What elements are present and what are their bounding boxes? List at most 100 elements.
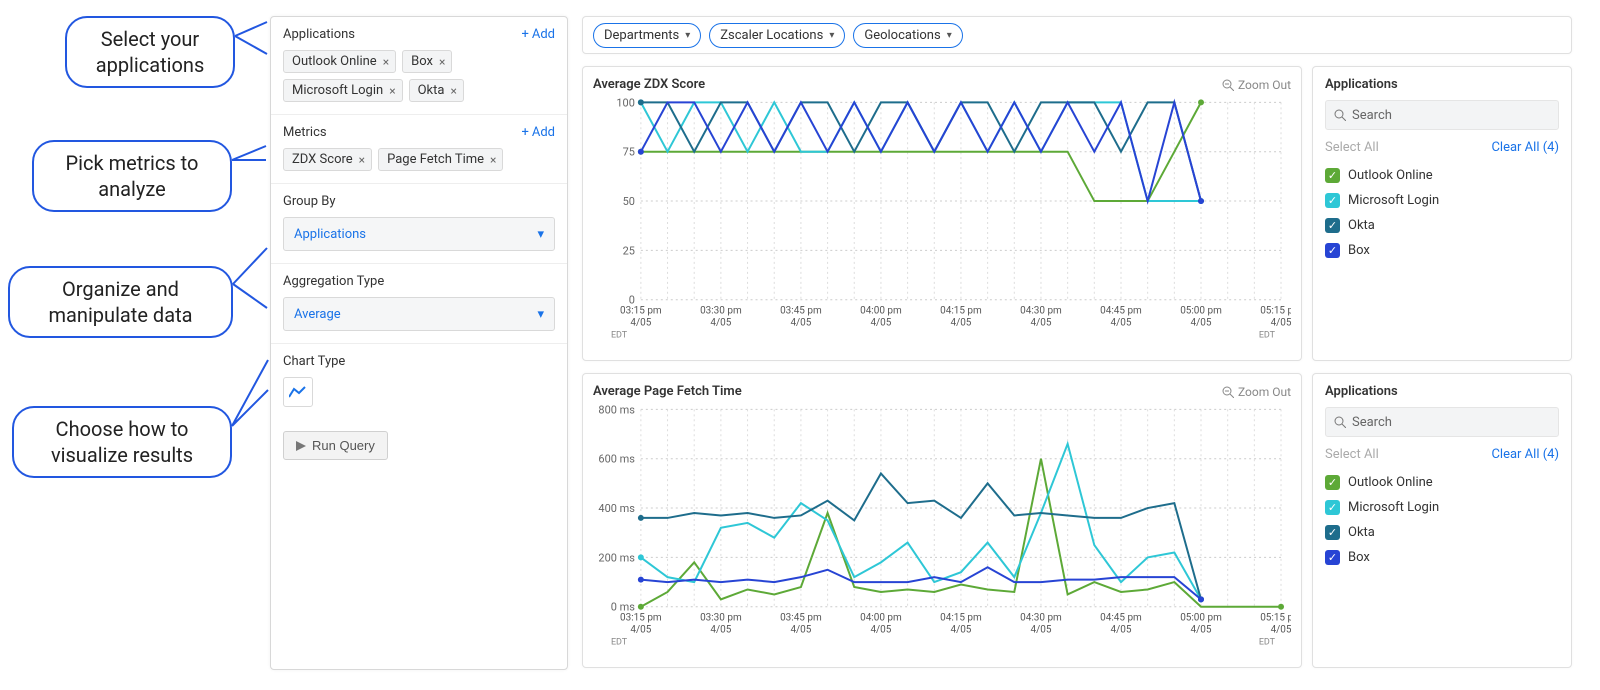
- svg-text:03:30 pm: 03:30 pm: [700, 306, 742, 317]
- callout-visualize: Choose how to visualize results: [12, 406, 232, 478]
- chart-title: Average ZDX Score: [593, 77, 705, 92]
- chart-type-title: Chart Type: [283, 354, 555, 369]
- svg-text:05:00 pm: 05:00 pm: [1180, 613, 1222, 624]
- legend-search-input[interactable]: Search: [1325, 100, 1559, 130]
- chip-label: ZDX Score: [292, 152, 353, 167]
- remove-icon[interactable]: ×: [359, 153, 365, 167]
- legend-item[interactable]: ✓Microsoft Login: [1325, 495, 1559, 520]
- callout-apps: Select your applications: [65, 16, 235, 88]
- legend-item[interactable]: ✓Okta: [1325, 213, 1559, 238]
- zdx-legend-card: Applications Search Select All Clear All…: [1312, 66, 1572, 361]
- checkbox-icon: ✓: [1325, 525, 1340, 540]
- chip-label: Box: [411, 54, 433, 69]
- legend-title: Applications: [1325, 77, 1559, 92]
- chart-type-section: Chart Type: [271, 344, 567, 419]
- zoom-out-button[interactable]: Zoom Out: [1222, 78, 1291, 92]
- geolocations-filter[interactable]: Geolocations▾: [853, 23, 962, 48]
- svg-text:05:15 pm: 05:15 pm: [1260, 306, 1291, 317]
- remove-icon[interactable]: ×: [389, 84, 395, 98]
- metric-chip[interactable]: Page Fetch Time ×: [378, 148, 503, 171]
- clear-all-button[interactable]: Clear All (4): [1491, 447, 1559, 462]
- svg-text:4/05: 4/05: [790, 625, 811, 636]
- svg-text:05:15 pm: 05:15 pm: [1260, 613, 1291, 624]
- legend-item[interactable]: ✓ Outlook Online: [1325, 470, 1559, 495]
- svg-text:04:00 pm: 04:00 pm: [860, 613, 902, 624]
- search-icon: [1334, 109, 1346, 121]
- zoom-out-icon: [1222, 386, 1234, 398]
- run-query-button[interactable]: Run Query: [283, 431, 388, 460]
- svg-text:EDT: EDT: [1259, 331, 1276, 341]
- departments-filter[interactable]: Departments▾: [593, 23, 701, 48]
- svg-text:4/05: 4/05: [1191, 625, 1212, 636]
- legend-label: Microsoft Login: [1348, 193, 1439, 208]
- select-all-button[interactable]: Select All: [1325, 140, 1379, 155]
- legend-search-input[interactable]: Search: [1325, 407, 1559, 437]
- add-metric-button[interactable]: + Add: [521, 125, 555, 140]
- svg-text:800 ms: 800 ms: [598, 403, 635, 416]
- metric-chip[interactable]: ZDX Score ×: [283, 148, 372, 171]
- group-by-title: Group By: [283, 194, 555, 209]
- legend-label: Box: [1348, 550, 1370, 565]
- chart-type-line-button[interactable]: [283, 377, 313, 407]
- legend-title: Applications: [1325, 384, 1559, 399]
- svg-text:4/05: 4/05: [950, 318, 971, 329]
- svg-text:EDT: EDT: [611, 638, 628, 648]
- clear-all-button[interactable]: Clear All (4): [1491, 140, 1559, 155]
- legend-label: Outlook Online: [1348, 475, 1433, 490]
- zoom-out-icon: [1222, 79, 1234, 91]
- aggregation-select[interactable]: Average ▾: [283, 297, 555, 331]
- svg-text:EDT: EDT: [611, 331, 628, 341]
- metrics-section: Metrics + Add ZDX Score×Page Fetch Time×: [271, 115, 567, 184]
- application-chip[interactable]: Outlook Online×: [283, 50, 396, 73]
- remove-icon[interactable]: ×: [439, 55, 445, 69]
- group-by-select[interactable]: Applications ▾: [283, 217, 555, 251]
- zoom-out-button[interactable]: Zoom Out: [1222, 385, 1291, 399]
- chip-label: Page Fetch Time: [387, 152, 484, 167]
- svg-text:200 ms: 200 ms: [598, 551, 635, 564]
- chevron-down-icon: ▾: [537, 227, 544, 242]
- application-chip[interactable]: Microsoft Login×: [283, 79, 403, 102]
- svg-text:EDT: EDT: [1259, 638, 1276, 648]
- legend-item[interactable]: ✓Box: [1325, 545, 1559, 570]
- legend-item[interactable]: ✓ Okta: [1325, 520, 1559, 545]
- svg-text:04:15 pm: 04:15 pm: [940, 613, 982, 624]
- remove-icon[interactable]: ×: [490, 153, 496, 167]
- legend-item[interactable]: ✓ Microsoft Login: [1325, 188, 1559, 213]
- callout-organize: Organize and manipulate data: [8, 266, 233, 338]
- config-panel: Applications + Add Outlook Online×Box×Mi…: [270, 16, 568, 670]
- chevron-down-icon: ▾: [685, 30, 690, 41]
- svg-text:03:15 pm: 03:15 pm: [620, 613, 662, 624]
- svg-text:04:45 pm: 04:45 pm: [1100, 613, 1142, 624]
- checkbox-icon: ✓: [1325, 168, 1340, 183]
- checkbox-icon: ✓: [1325, 475, 1340, 490]
- svg-text:4/05: 4/05: [1191, 318, 1212, 329]
- svg-text:4/05: 4/05: [1031, 318, 1052, 329]
- svg-text:4/05: 4/05: [1111, 318, 1132, 329]
- select-all-button[interactable]: Select All: [1325, 447, 1379, 462]
- chevron-down-icon: ▾: [537, 307, 544, 322]
- checkbox-icon: ✓: [1325, 193, 1340, 208]
- svg-text:05:00 pm: 05:00 pm: [1180, 306, 1222, 317]
- add-application-button[interactable]: + Add: [521, 27, 555, 42]
- aggregation-section: Aggregation Type Average ▾: [271, 264, 567, 344]
- legend-label: Okta: [1348, 525, 1375, 540]
- svg-text:4/05: 4/05: [630, 318, 651, 329]
- legend-item[interactable]: ✓Box: [1325, 238, 1559, 263]
- locations-filter[interactable]: Zscaler Locations▾: [709, 23, 845, 48]
- zdx-score-chart-card: Average ZDX Score Zoom Out 025507510003:…: [582, 66, 1302, 361]
- application-chip[interactable]: Okta ×: [409, 79, 464, 102]
- legend-item[interactable]: ✓ Outlook Online: [1325, 163, 1559, 188]
- application-chip[interactable]: Box ×: [402, 50, 452, 73]
- svg-text:4/05: 4/05: [870, 625, 891, 636]
- remove-icon[interactable]: ×: [383, 55, 389, 69]
- svg-text:04:45 pm: 04:45 pm: [1100, 306, 1142, 317]
- applications-section: Applications + Add Outlook Online×Box×Mi…: [271, 17, 567, 115]
- legend-label: Outlook Online: [1348, 168, 1433, 183]
- svg-text:4/05: 4/05: [710, 625, 731, 636]
- checkbox-icon: ✓: [1325, 243, 1340, 258]
- chip-label: Okta: [418, 83, 445, 98]
- svg-text:03:15 pm: 03:15 pm: [620, 306, 662, 317]
- plus-icon: +: [521, 27, 528, 42]
- remove-icon[interactable]: ×: [450, 84, 456, 98]
- page-fetch-plot: 0 ms200 ms400 ms600 ms800 ms03:15 pm4/05…: [593, 403, 1291, 653]
